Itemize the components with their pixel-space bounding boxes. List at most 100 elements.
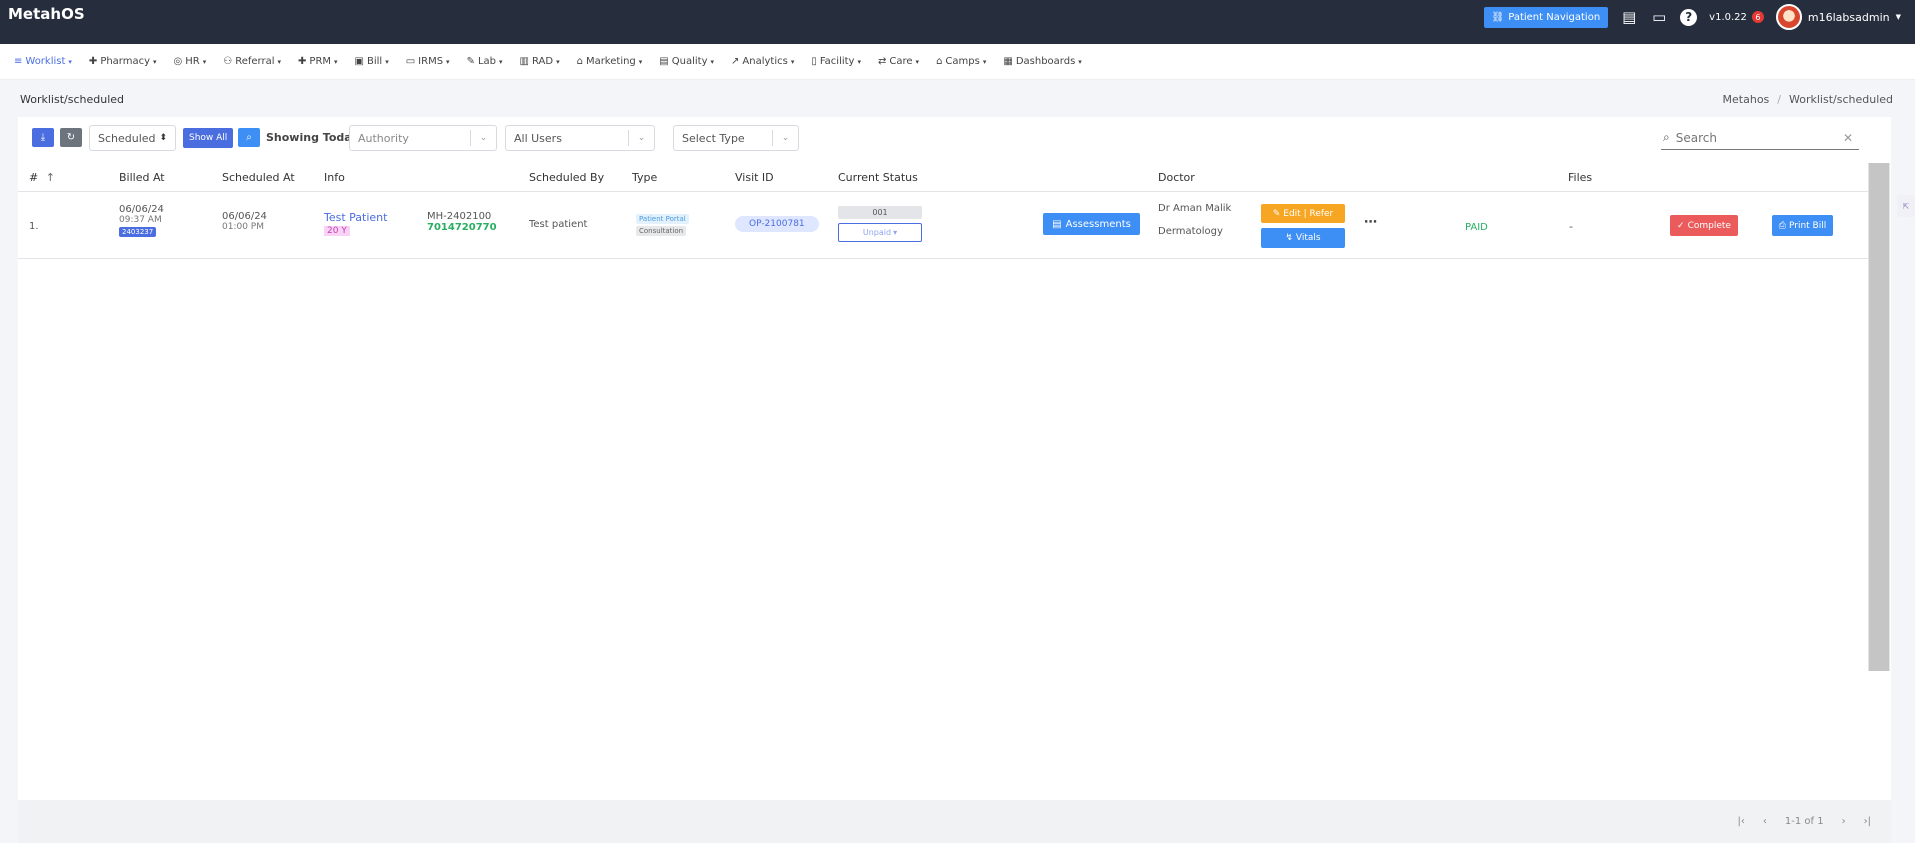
pulse-icon: ↯	[1285, 233, 1293, 243]
column-type[interactable]: Type	[632, 171, 657, 184]
help-icon[interactable]: ?	[1680, 8, 1698, 26]
complete-button[interactable]: ✓ Complete	[1670, 215, 1738, 236]
patient-navigation-label: Patient Navigation	[1508, 11, 1601, 23]
bill-number-badge[interactable]: 2403237	[119, 227, 157, 237]
worklist-card: ⤓ ↻ Scheduled ⬍ Show All ⌕ Showing Today…	[18, 117, 1891, 843]
patient-navigation-button[interactable]: ⛓ Patient Navigation	[1483, 6, 1609, 28]
window-icon[interactable]: ▭	[1650, 8, 1668, 26]
side-panel-tab[interactable]: ⇱	[1897, 195, 1915, 217]
vitals-button[interactable]: ↯ Vitals	[1261, 228, 1345, 248]
type-badge-consultation: Consultation	[636, 226, 687, 236]
column-files[interactable]: Files	[1568, 171, 1592, 184]
caret-down-icon: ▾	[638, 57, 643, 66]
age-badge: 20 Y	[324, 226, 350, 236]
caret-down-icon: ▾	[68, 57, 72, 66]
search-box: ⌕ ✕	[1661, 126, 1859, 150]
first-page-icon[interactable]: |‹	[1738, 816, 1745, 827]
nav-irms[interactable]: ▭ IRMS ▾	[406, 56, 450, 67]
grid-icon: ▦	[1003, 56, 1013, 67]
column-doctor[interactable]: Doctor	[1158, 171, 1195, 184]
users-select[interactable]: All Users ⌄	[505, 125, 655, 151]
department: Dermatology	[1158, 226, 1223, 237]
visit-id-badge[interactable]: OP-2100781	[735, 216, 819, 232]
download-button[interactable]: ⤓	[32, 128, 54, 147]
patient-name-link[interactable]: Test Patient	[324, 211, 387, 224]
search-input[interactable]	[1675, 130, 1826, 145]
username: m16labsadmin	[1807, 10, 1890, 24]
check-icon: ✓	[1677, 220, 1685, 231]
show-all-button[interactable]: Show All	[183, 128, 234, 148]
care-icon: ⇄	[878, 56, 887, 67]
edit-refer-button[interactable]: ✎ Edit | Refer	[1261, 204, 1345, 223]
phone-number: 7014720770	[427, 222, 497, 233]
column-number[interactable]: # ↑	[29, 171, 55, 184]
column-scheduled-at[interactable]: Scheduled At	[222, 171, 295, 184]
user-menu[interactable]: m16labsadmin ▼	[1775, 4, 1901, 30]
nav-facility[interactable]: ▯ Facility ▾	[811, 56, 861, 67]
caret-down-icon: ▾	[385, 57, 389, 66]
column-info[interactable]: Info	[324, 171, 345, 184]
brand-logo[interactable]: MetahOS	[0, 0, 93, 28]
main-navigation: ≡ Worklist ▾ ✚ Pharmacy ▾ ◎ HR ▾ ⚇ Referral ▾ ✚ P…	[0, 44, 1915, 80]
nav-analytics[interactable]: ↗ Analytics ▾	[731, 56, 794, 67]
next-page-icon[interactable]: ›	[1842, 816, 1846, 827]
avatar	[1775, 4, 1802, 30]
payment-status-dropdown[interactable]: Unpaid ▾	[838, 223, 922, 242]
caret-down-icon: ▾	[893, 228, 898, 237]
prev-page-icon[interactable]: ‹	[1763, 816, 1767, 827]
vertical-scrollbar[interactable]	[1868, 163, 1890, 671]
close-icon[interactable]: ✕	[1843, 131, 1853, 145]
nav-worklist[interactable]: ≡ Worklist ▾	[14, 56, 72, 67]
more-options-icon[interactable]: ⋯	[1364, 215, 1377, 230]
patient-ids-cell: MH-2402100 7014720770	[427, 211, 497, 233]
nav-dashboards[interactable]: ▦ Dashboards ▾	[1003, 56, 1081, 67]
users-icon: ⚇	[223, 56, 233, 67]
worklist-toolbar: ⤓ ↻ Scheduled ⬍ Show All ⌕ Showing Today…	[18, 117, 1891, 163]
nav-quality[interactable]: ▤ Quality ▾	[659, 56, 714, 67]
book-icon: ▥	[519, 56, 529, 67]
refresh-button[interactable]: ↻	[60, 128, 82, 147]
building-icon: ▯	[811, 56, 817, 67]
sort-arrows-icon: ⬍	[159, 133, 167, 143]
authority-select[interactable]: Authority ⌄	[349, 125, 497, 151]
column-billed-at[interactable]: Billed At	[119, 171, 165, 184]
billed-time: 09:37 AM	[119, 215, 162, 225]
files-cell: -	[1569, 220, 1573, 233]
assessments-button[interactable]: ▤ Assessments	[1043, 213, 1140, 235]
doctor-name: Dr Aman Malik	[1158, 203, 1232, 214]
last-page-icon[interactable]: ›|	[1864, 816, 1871, 827]
quality-icon: ▤	[659, 56, 669, 67]
nav-referral[interactable]: ⚇ Referral ▾	[223, 56, 281, 67]
doctor-cell: Dr Aman Malik Dermatology	[1158, 203, 1231, 237]
nav-marketing[interactable]: ⌂ Marketing ▾	[577, 56, 643, 67]
breadcrumb-current: Worklist/scheduled	[1789, 93, 1893, 106]
column-scheduled-by[interactable]: Scheduled By	[529, 171, 604, 184]
caret-down-icon: ▾	[499, 57, 503, 66]
nav-care[interactable]: ⇄ Care ▾	[878, 56, 919, 67]
nav-camps[interactable]: ⌂ Camps ▾	[936, 56, 986, 67]
status-select[interactable]: Scheduled ⬍	[89, 125, 176, 151]
nav-prm[interactable]: ✚ PRM ▾	[298, 56, 338, 67]
column-current-status[interactable]: Current Status	[838, 171, 918, 184]
search-button[interactable]: ⌕	[238, 128, 260, 147]
nav-bill[interactable]: ▣ Bill ▾	[355, 56, 389, 67]
scrollbar-thumb[interactable]	[1869, 163, 1889, 671]
caret-down-icon: ▾	[710, 57, 714, 66]
nav-pharmacy[interactable]: ✚ Pharmacy ▾	[89, 56, 157, 67]
version-info[interactable]: v1.0.22 6	[1709, 11, 1764, 23]
nav-rad[interactable]: ▥ RAD ▾	[520, 56, 560, 67]
search-icon: ⌕	[1663, 130, 1670, 144]
document-icon[interactable]: ▤	[1620, 8, 1638, 26]
nav-lab[interactable]: ✎ Lab ▾	[467, 56, 503, 67]
print-bill-button[interactable]: ⎙ Print Bill	[1772, 215, 1833, 236]
top-bar: MetahOS ⛓ Patient Navigation ▤ ▭ ? v1.0.…	[0, 0, 1915, 44]
nav-hr[interactable]: ◎ HR ▾	[174, 56, 207, 67]
row-number: 1.	[29, 221, 39, 232]
type-select[interactable]: Select Type ⌄	[673, 125, 799, 151]
plus-icon: ✚	[298, 56, 307, 67]
column-visit-id[interactable]: Visit ID	[735, 171, 774, 184]
page-range: 1-1 of 1	[1784, 816, 1824, 827]
breadcrumb-root[interactable]: Metahos	[1723, 93, 1770, 106]
table-footer: |‹ ‹ 1-1 of 1 › ›|	[18, 800, 1891, 843]
breadcrumb: Metahos / Worklist/scheduled	[1723, 93, 1893, 106]
